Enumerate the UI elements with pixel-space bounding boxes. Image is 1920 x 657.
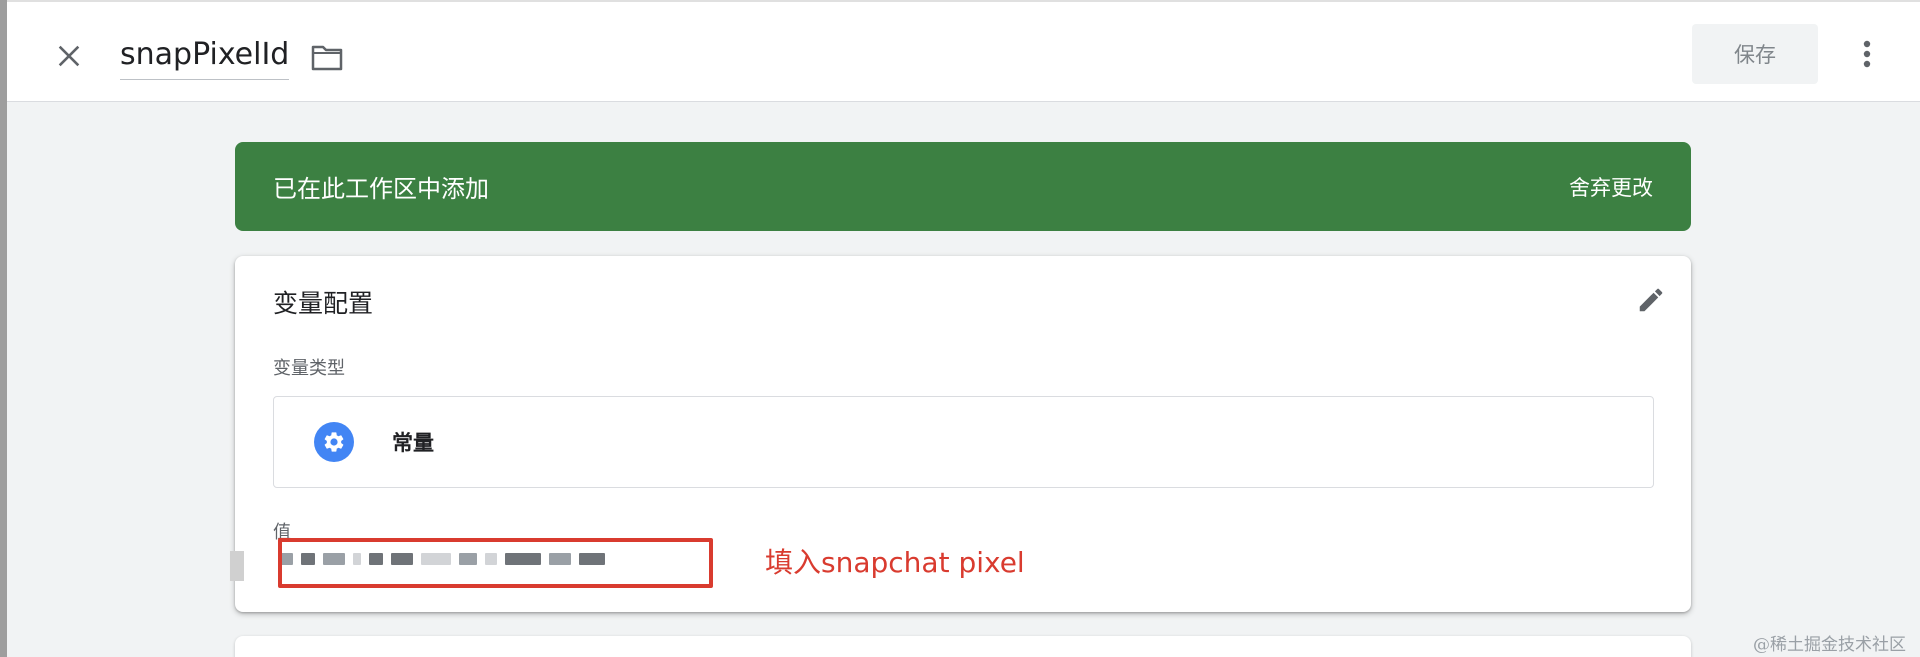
folder-icon — [312, 45, 343, 71]
variable-name-input[interactable]: snapPixelId — [120, 35, 290, 80]
edit-button[interactable] — [1629, 278, 1673, 322]
folder-button[interactable] — [307, 37, 347, 77]
discard-changes-button[interactable]: 舍弃更改 — [1569, 172, 1653, 202]
annotation-text: 填入snapchat pixel — [765, 546, 1025, 579]
watermark: @稀土掘金技术社区 — [1753, 635, 1906, 655]
value-highlight-box — [278, 538, 713, 588]
pencil-icon — [1639, 288, 1663, 312]
workspace-status-banner: 已在此工作区中添加 舍弃更改 — [235, 142, 1691, 231]
drag-handle — [230, 551, 244, 581]
next-card — [235, 636, 1691, 657]
more-vert-icon — [1863, 40, 1871, 68]
window-edge — [0, 0, 7, 657]
variable-type-label: 变量类型 — [273, 358, 345, 379]
more-options-button[interactable] — [1847, 32, 1887, 76]
card-title: 变量配置 — [273, 289, 374, 318]
variable-type-name: 常量 — [392, 431, 434, 455]
gear-icon — [314, 422, 354, 462]
close-icon — [58, 45, 80, 67]
save-button[interactable]: 保存 — [1692, 24, 1818, 84]
editor-header: snapPixelId 保存 — [7, 0, 1920, 102]
banner-message: 已在此工作区中添加 — [273, 175, 489, 203]
variable-type-selector[interactable]: 常量 — [273, 396, 1654, 488]
close-button[interactable] — [45, 32, 93, 80]
